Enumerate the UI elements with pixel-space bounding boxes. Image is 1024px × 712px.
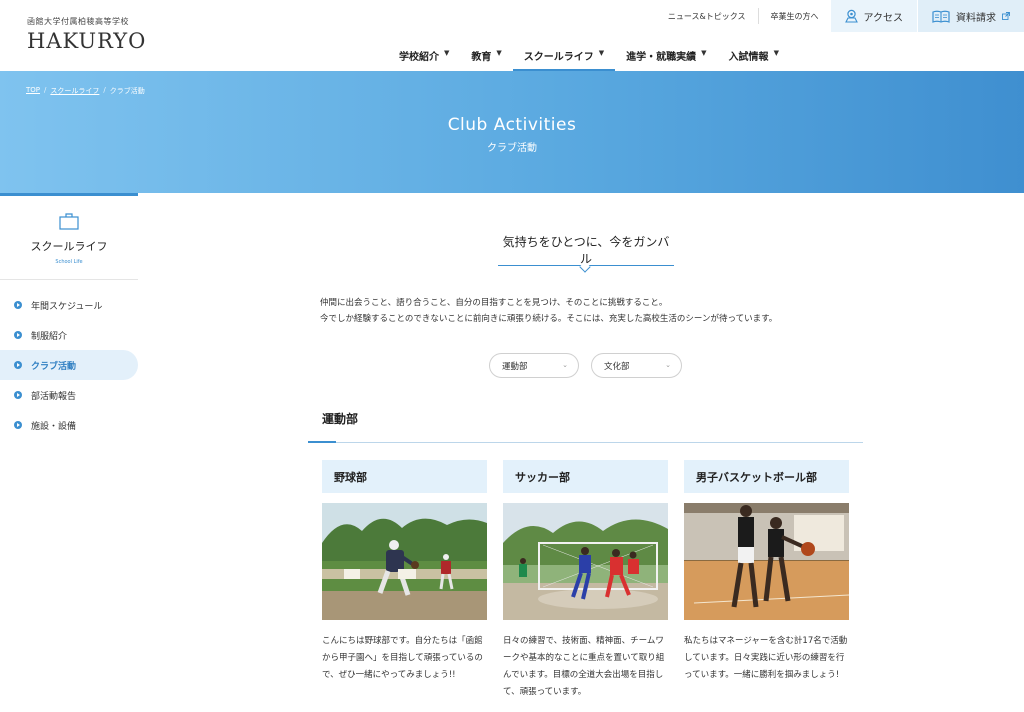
external-link-icon: [1002, 12, 1010, 20]
club-card-basketball[interactable]: 男子バスケットボール部 私たちはマネージャーを含む計17名で活動しています。日々…: [684, 460, 849, 684]
card-title: 男子バスケットボール部: [684, 460, 849, 493]
breadcrumb-separator: /: [103, 86, 106, 94]
alumni-link[interactable]: 卒業生の方へ: [759, 0, 831, 32]
chevron-down-icon: ▼: [496, 49, 502, 57]
map-pin-icon: [844, 9, 858, 23]
gnav-school-life[interactable]: スクールライフ ▼: [512, 38, 616, 71]
page-subtitle: クラブ活動: [487, 143, 537, 154]
gnav-label: 学校紹介: [399, 52, 439, 63]
gnav-admissions[interactable]: 入試情報 ▼: [718, 38, 790, 71]
card-description: 日々の練習で、技術面、精神面、チームワークや基本的なことに重点を置いて取り組んで…: [503, 636, 665, 697]
section-divider: [308, 442, 863, 443]
card-title: サッカー部: [503, 460, 668, 493]
sidebar-item-club-activities[interactable]: クラブ活動: [0, 350, 138, 380]
sports-club-select-label: 運動部: [502, 361, 528, 372]
breadcrumb-current: クラブ活動: [109, 87, 145, 95]
card-title: 野球部: [322, 460, 487, 493]
arrow-circle-icon: [14, 421, 22, 429]
logo-subtitle: 函館大学付属柏稜高等学校: [27, 17, 129, 26]
gnav-label: 教育: [471, 52, 492, 63]
gnav-label: 進学・就職実績: [626, 52, 697, 63]
chevron-down-icon: ▼: [773, 49, 779, 57]
culture-club-select[interactable]: 文化部 ⌄: [591, 353, 682, 378]
sports-club-select[interactable]: 運動部 ⌄: [489, 353, 579, 378]
baseball-photo: [322, 503, 487, 620]
site-header: 函館大学付属柏稜高等学校 HAKURYO ニュース&トピックス 卒業生の方へ ア…: [0, 0, 1024, 71]
site-logo[interactable]: 函館大学付属柏稜高等学校 HAKURYO: [27, 16, 146, 53]
page-hero: TOP / スクールライフ / クラブ活動 Club Activities クラ…: [0, 71, 1024, 193]
basketball-photo: [684, 503, 849, 620]
chevron-down-icon: ▼: [598, 49, 605, 57]
section-title: 運動部: [322, 412, 359, 426]
card-description: 私たちはマネージャーを含む計17名で活動しています。日々実践に近い形の練習を行っ…: [684, 636, 848, 680]
gnav-education[interactable]: 教育 ▼: [460, 38, 512, 71]
chevron-down-icon: ⌄: [665, 361, 671, 369]
sidebar: スクールライフ School Life 年間スケジュール 制服紹介 クラブ活動 …: [0, 193, 138, 440]
sidebar-item-label: 制服紹介: [31, 331, 68, 342]
arrow-circle-icon: [14, 301, 22, 309]
gnav-label: 入試情報: [728, 52, 769, 63]
club-card-baseball[interactable]: 野球部 こんにちは野球部です。自分たちは「函館から甲子園へ」を目指して頑張ってい…: [322, 460, 487, 684]
open-book-icon: [932, 10, 950, 23]
sidebar-menu: 年間スケジュール 制服紹介 クラブ活動 部活動報告 施設・設備: [0, 290, 138, 440]
brochure-button[interactable]: 資料請求: [917, 0, 1024, 32]
news-link[interactable]: ニュース&トピックス: [656, 0, 758, 32]
utility-nav: ニュース&トピックス 卒業生の方へ アクセス 資料請求: [656, 0, 1024, 32]
briefcase-icon: [59, 213, 79, 230]
sidebar-header: スクールライフ School Life: [0, 196, 138, 280]
breadcrumb-parent[interactable]: スクールライフ: [50, 86, 99, 96]
sidebar-item-label: クラブ活動: [31, 361, 77, 372]
sidebar-item-facilities[interactable]: 施設・設備: [0, 410, 138, 440]
intro-text: 仲間に出会うこと、語り合うこと、自分の目指すことを見つけ、そのことに挑戦すること…: [320, 295, 777, 327]
access-label: アクセス: [863, 12, 904, 24]
chevron-down-icon: ▼: [444, 49, 450, 57]
intro-line-1: 仲間に出会うこと、語り合うこと、自分の目指すことを見つけ、そのことに挑戦すること…: [320, 298, 668, 308]
arrow-circle-icon: [14, 331, 22, 339]
global-nav: 学校紹介 ▼ 教育 ▼ スクールライフ ▼ 進学・就職実績 ▼ 入試情報 ▼: [388, 38, 790, 71]
breadcrumb-separator: /: [44, 86, 47, 94]
culture-club-select-label: 文化部: [604, 361, 630, 372]
page-title: Club Activities: [447, 115, 577, 135]
sidebar-item-label: 部活動報告: [31, 391, 77, 402]
sidebar-item-label: 施設・設備: [31, 421, 77, 432]
sidebar-item-schedule[interactable]: 年間スケジュール: [0, 290, 138, 320]
sidebar-item-club-reports[interactable]: 部活動報告: [0, 380, 138, 410]
gnav-about[interactable]: 学校紹介 ▼: [388, 38, 460, 71]
sidebar-item-uniform[interactable]: 制服紹介: [0, 320, 138, 350]
logo-name: HAKURYO: [27, 29, 147, 53]
access-button[interactable]: アクセス: [830, 0, 917, 32]
club-card-soccer[interactable]: サッカー部 日々の練習で、技術面、精神面、チームワークや基本的なことに重点を置い…: [503, 460, 668, 701]
gnav-label: スクールライフ: [523, 52, 594, 63]
chevron-down-icon: ⌄: [562, 361, 568, 369]
brochure-label: 資料請求: [956, 12, 996, 24]
intro-line-2: 今でしか経験することのできないことに前向きに頑張り続ける。そこには、充実した高校…: [320, 314, 778, 324]
sidebar-item-label: 年間スケジュール: [31, 301, 103, 312]
arrow-circle-icon: [14, 361, 22, 369]
breadcrumb-top[interactable]: TOP: [26, 86, 40, 96]
sidebar-title: スクールライフ: [30, 240, 108, 253]
section-divider-accent: [308, 441, 336, 443]
breadcrumb: TOP / スクールライフ / クラブ活動: [26, 86, 145, 96]
sidebar-subtitle: School Life: [55, 259, 83, 265]
arrow-circle-icon: [14, 391, 22, 399]
chevron-down-icon: ▼: [701, 49, 707, 57]
gnav-career[interactable]: 進学・就職実績 ▼: [615, 38, 717, 71]
soccer-photo: [503, 503, 668, 620]
card-description: こんにちは野球部です。自分たちは「函館から甲子園へ」を目指して頑張っているので、…: [322, 636, 483, 680]
